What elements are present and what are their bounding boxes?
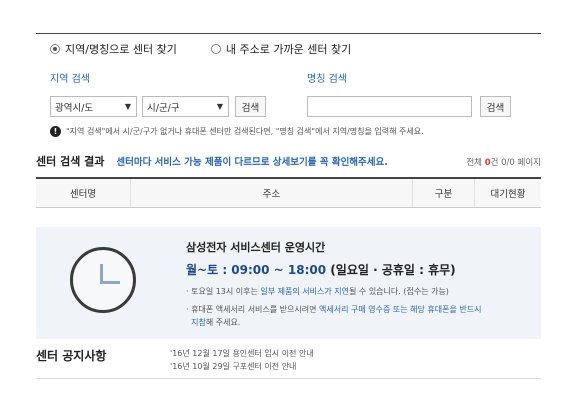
province-select[interactable]: 광역시/도 ▼ bbox=[50, 96, 137, 117]
center-notice-list: '16년 12월 17일 용인센터 임시 이전 안내 '16년 10월 29일 … bbox=[170, 347, 314, 373]
result-header: 센터 검색 결과 센터마다 서비스 가능 제품이 다르므로 상세보기를 꼭 확인… bbox=[36, 153, 541, 169]
city-select[interactable]: 시/군/구 ▼ bbox=[142, 96, 229, 117]
province-select-value: 광역시/도 bbox=[55, 102, 94, 114]
hours-holiday: (일요일 · 공휴일 : 휴무) bbox=[330, 263, 456, 277]
hours-note-saturday: · 토요일 13시 이후는 일부 제품의 서비스가 지연될 수 있습니다. (접… bbox=[186, 287, 449, 296]
region-search-label: 지역 검색 bbox=[50, 74, 90, 85]
note-text: 해 주세요. bbox=[205, 318, 241, 327]
radio-checked-icon bbox=[50, 44, 60, 54]
region-search-button[interactable]: 검색 bbox=[235, 96, 266, 117]
column-type: 구분 bbox=[413, 179, 475, 207]
count-prefix: 전체 bbox=[466, 158, 482, 168]
radio-unchecked-icon bbox=[210, 44, 221, 54]
radio-label: 내 주소로 가까운 센터 찾기 bbox=[225, 43, 352, 56]
notice-link[interactable]: '16년 12월 17일 용인센터 임시 이전 안내 bbox=[170, 347, 314, 360]
note-highlight: 액세서리 구매 영수증 또는 해당 휴대폰을 반드시 bbox=[319, 305, 482, 314]
search-notice-text: "지역 검색"에서 시/군/구가 없거나 휴대폰 센터만 검색된다면, "명칭 … bbox=[66, 127, 424, 136]
radio-label: 지역/명칭으로 센터 찾기 bbox=[65, 43, 177, 56]
note-highlight: 지참 bbox=[191, 318, 206, 327]
caret-down-icon: ▼ bbox=[124, 102, 131, 111]
radio-my-address[interactable]: 내 주소로 가까운 센터 찾기 bbox=[210, 41, 352, 57]
column-center-name: 센터명 bbox=[36, 179, 131, 207]
result-count: 전체 0건 0/0 페이지 bbox=[466, 156, 541, 168]
top-divider bbox=[36, 33, 541, 34]
note-highlight: 일부 제품의 서비스가 지연 bbox=[260, 287, 350, 296]
name-search-button[interactable]: 검색 bbox=[480, 96, 511, 117]
radio-region-name[interactable]: 지역/명칭으로 센터 찾기 bbox=[50, 41, 177, 57]
name-search-label: 명칭 검색 bbox=[307, 74, 347, 85]
exclamation-icon: ! bbox=[50, 126, 61, 137]
city-select-value: 시/군/구 bbox=[147, 102, 180, 114]
note-text: 휴대폰 액세서리 서비스를 받으시려면 bbox=[191, 305, 320, 314]
column-wait-status: 대기현황 bbox=[490, 189, 526, 200]
hours-note-accessory: · 휴대폰 액세서리 서비스를 받으시려면 액세서리 구매 영수증 또는 해당 … bbox=[186, 305, 482, 327]
hours-title: 삼성전자 서비스센터 운영시간 bbox=[186, 241, 326, 254]
note-text: 토요일 13시 이후는 bbox=[191, 287, 261, 296]
clock-icon bbox=[70, 247, 136, 313]
column-address: 주소 bbox=[131, 179, 413, 207]
caret-down-icon: ▼ bbox=[216, 102, 223, 111]
result-title: 센터 검색 결과 bbox=[36, 155, 105, 168]
result-table-header: 센터명 주소 구분 대기현황 bbox=[36, 177, 541, 208]
operating-hours-panel: 삼성전자 서비스센터 운영시간 월~토 : 09:00 ~ 18:00 (일요일… bbox=[36, 227, 541, 339]
hours-time-value: 월~토 : 09:00 ~ 18:00 bbox=[186, 263, 327, 277]
bottom-divider bbox=[36, 378, 541, 379]
hours-time: 월~토 : 09:00 ~ 18:00 (일요일 · 공휴일 : 휴무) bbox=[186, 261, 456, 278]
search-mode-group: 지역/명칭으로 센터 찾기 내 주소로 가까운 센터 찾기 bbox=[50, 41, 385, 57]
result-description: 센터마다 서비스 가능 제품이 다르므로 상세보기를 꼭 확인해주세요. bbox=[116, 157, 388, 168]
count-suffix: 건 0/0 페이지 bbox=[490, 158, 541, 168]
name-search-input[interactable] bbox=[307, 96, 472, 117]
center-notice-title: 센터 공지사항 bbox=[36, 349, 107, 363]
notice-link[interactable]: '16년 10월 29일 구포센터 이전 안내 bbox=[170, 360, 314, 373]
note-text: 될 수 있습니다. (접수는 가능) bbox=[349, 287, 449, 296]
search-notice: ! "지역 검색"에서 시/군/구가 없거나 휴대폰 센터만 검색된다면, "명… bbox=[50, 126, 424, 137]
